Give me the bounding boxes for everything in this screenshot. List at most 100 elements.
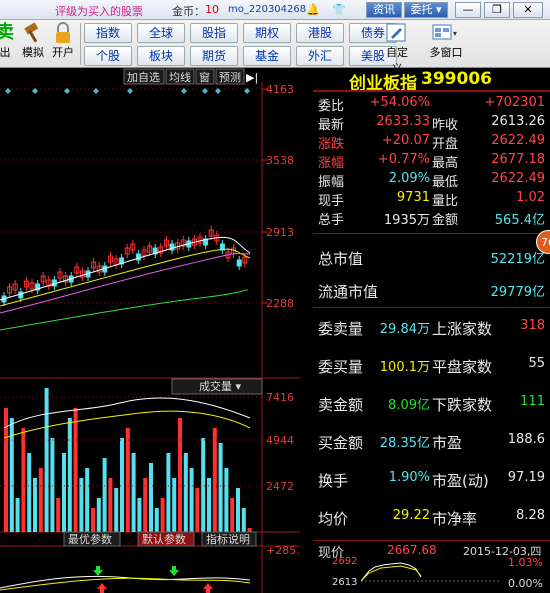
mini-price: 2667.68 [387,543,437,557]
restore-button[interactable]: ❐ [484,2,510,18]
price-tick-0: 4163 [266,83,294,96]
bell-icon[interactable]: 🔔 [306,3,320,16]
minimize-button[interactable]: — [455,2,481,18]
multi-window-tool[interactable]: ▾ 多窗口 [427,22,465,60]
pin-icon[interactable]: ▶| [246,71,258,84]
stats-value-sy: 188.6 [507,432,545,447]
quick-button-9[interactable]: 基金 [243,46,291,66]
quick-button-8[interactable]: 期货 [190,46,238,66]
volume-axis: 7416 4944 2472 [0,391,294,493]
mini-trend-line [361,562,501,582]
quote-value-zuidi: 2622.49 [491,171,545,186]
quick-button-7[interactable]: 板块 [137,46,185,66]
mini-pct-high: 1.03% [508,556,543,569]
signal-diamond-6 [202,88,208,94]
quote-label-xianshou_l: 现手 [318,194,345,209]
coins-value: 10 [205,3,219,16]
toolbar: 卖 出 模拟 开户 指数全球股指期权港股债券个股板块期货基金外汇美股 自定义 ▾… [0,20,550,75]
quick-button-1[interactable]: 全球 [137,23,185,43]
chart-tab-label-1: 均线 [169,70,191,84]
quick-button-3[interactable]: 期权 [243,23,291,43]
quote-value-zuoshou: 2613.26 [491,114,545,129]
title-bar: 评级为买入的股票 金币： 10 mo_220304268 🔔 👕 资讯 委托 ▾… [0,0,550,20]
volume-tick-0: 7416 [266,391,294,404]
index-header: 创业板指 399006 [313,68,550,94]
indicator-tab-label-0: 最优参数 [68,532,112,546]
kline-chart[interactable]: 加自选 均线窗预测 ▶| 4163 3538 2913 2288 成交量 ▾ 7416 49… [0,68,300,593]
news-button[interactable]: 资讯 [366,2,402,18]
quote-label-weibi_l: 委比 [318,99,345,114]
quick-button-10[interactable]: 外汇 [296,46,344,66]
quote-label-zongshou_l: 总手 [318,213,345,228]
quick-button-2[interactable]: 股指 [190,23,238,43]
hammer-icon [24,22,39,43]
lock-icon [56,22,70,43]
stats-label-mrje_l: 买金额 [318,434,364,452]
news-ticker[interactable]: 评级为买入的股票 [55,3,143,19]
price-tick-1: 3538 [266,154,294,167]
indicator-tab-label-1: 默认参数 [142,532,186,546]
stats-label-zsz: 总市值 [318,250,364,268]
stats-value-xdjs: 111 [520,394,545,409]
stats-value-mrje: 28.35亿 [379,436,430,451]
quote-label-zhangdie_l: 涨跌 [318,137,345,152]
indicator-pane: 最优参数 默认参数 指标说明 +285.4 [0,531,300,593]
stats-value-wmai: 29.84万 [379,322,430,337]
quote-value-xianshou: 9731 [396,190,430,205]
quote-value-zhangdie: +20.07 [381,133,430,148]
close-button[interactable]: ✕ [513,2,543,18]
svg-text:▾: ▾ [453,29,457,38]
price-tick-2: 2913 [266,226,294,239]
stats-label-wmr_l: 委买量 [318,358,364,376]
quote-label-zuoshou_l: 昨收 [432,118,459,133]
simulate-tool[interactable]: 模拟 [20,22,46,60]
multi-window-label: 多窗口 [429,46,463,59]
sell-label: 出 [0,46,11,59]
sell-arrow-1 [203,583,213,593]
chart-tab-label-0: 加自选 [127,71,160,84]
stats-label-hs_l: 换手 [318,472,349,490]
signal-diamond-5 [181,88,187,94]
axis-gap [300,68,313,593]
quote-label-jine_l: 金额 [432,213,459,228]
quote-value-zhangfu: +0.77% [377,152,430,167]
stats-label-mcje_l: 卖金额 [318,396,364,414]
volume-tick-1: 4944 [266,434,294,447]
panel-separator [313,233,550,234]
entrust-label: 委托 [410,3,433,16]
quote-label-liangbi_l: 量比 [432,194,459,209]
quote-value-liangbi: 1.02 [516,190,545,205]
customize-icon [386,23,406,42]
quote-value-zongshou: 1935万 [383,213,430,228]
quote-label-zuigao_l: 最高 [432,156,459,171]
volume-tick-2: 2472 [266,480,294,493]
toolbar-divider [80,23,81,65]
stats-label-sy_l: 市盈 [432,434,463,452]
stats-value-hs: 1.90% [388,470,430,485]
candles [1,226,248,306]
quick-button-6[interactable]: 个股 [84,46,132,66]
quote-value-zhenfu: 2.09% [388,171,430,186]
quote-label-zhenfu_l: 振幅 [318,175,345,190]
chart-tab-label-3: 预测 [219,71,241,84]
quote-value-zuigao: 2677.18 [491,152,545,167]
quote-label-zuixin_l: 最新 [318,118,345,133]
quick-button-4[interactable]: 港股 [296,23,344,43]
volume-tab-label: 成交量 ▾ [199,379,241,393]
quote-value-weibi: +54.06% [369,95,430,110]
entrust-button[interactable]: 委托 ▾ [404,2,448,18]
sell-tool[interactable]: 卖 出 [0,22,14,60]
mini-trend: 现价 2667.68 2015-12-03,四 2692 2613 1.03% 0.00% [313,540,550,593]
quote-label-kaipan_l: 开盘 [432,137,459,152]
shirt-icon[interactable]: 👕 [332,3,346,16]
quote-value-weicha: +702301 [484,95,545,110]
stats-value-wmr: 100.1万 [379,360,430,375]
indicator-tab-label-2: 指标说明 [206,532,250,546]
stats-label-ltsz: 流通市值 [318,283,379,301]
price-axis: 4163 3538 2913 2288 [262,83,294,310]
username[interactable]: mo_220304268 [228,4,306,15]
panel-separator [313,90,550,91]
buy-arrow-1 [169,566,179,576]
quick-button-0[interactable]: 指数 [84,23,132,43]
open-account-tool[interactable]: 开户 [50,22,76,60]
